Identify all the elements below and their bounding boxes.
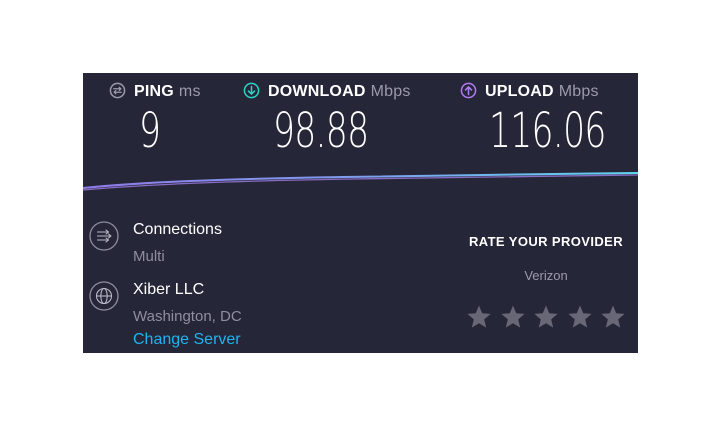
star-icon-2[interactable] bbox=[500, 304, 526, 330]
ping-value: 9 bbox=[139, 103, 161, 159]
speed-graph bbox=[83, 172, 638, 191]
star-icon-3[interactable] bbox=[533, 304, 559, 330]
server-location: Washington, DC bbox=[133, 308, 242, 325]
star-icon-4[interactable] bbox=[567, 304, 593, 330]
connections-title: Connections bbox=[133, 221, 222, 238]
ping-unit: ms bbox=[178, 83, 201, 100]
download-arrow-icon bbox=[243, 82, 260, 99]
download-unit: Mbps bbox=[370, 83, 411, 100]
provider-name: Verizon bbox=[524, 268, 568, 283]
rate-provider-title: RATE YOUR PROVIDER bbox=[468, 234, 624, 249]
download-value: 98.88 bbox=[273, 103, 369, 159]
star-icon-1[interactable] bbox=[466, 304, 492, 330]
globe-icon bbox=[89, 281, 119, 311]
upload-unit: Mbps bbox=[558, 83, 599, 100]
upload-arrow-icon bbox=[460, 82, 477, 99]
server-name: Xiber LLC bbox=[133, 281, 205, 298]
connections-icon bbox=[89, 221, 119, 251]
download-header: DOWNLOAD Mbps bbox=[243, 82, 411, 101]
ping-header: PING ms bbox=[109, 82, 201, 101]
ping-label: PING bbox=[134, 83, 174, 100]
ping-icon bbox=[109, 82, 126, 99]
star-icon-5[interactable] bbox=[600, 304, 626, 330]
upload-value: 116.06 bbox=[489, 103, 606, 159]
speedtest-result-panel: PING ms 9 DOWNLOAD Mbps 98.88 UPLOAD Mbps 1… bbox=[83, 73, 638, 353]
change-server-link[interactable]: Change Server bbox=[133, 331, 241, 349]
connections-value: Multi bbox=[133, 248, 165, 265]
rating-stars bbox=[466, 304, 626, 332]
download-graph-line bbox=[83, 172, 638, 189]
download-label: DOWNLOAD bbox=[268, 83, 366, 100]
upload-header: UPLOAD Mbps bbox=[460, 82, 599, 101]
upload-label: UPLOAD bbox=[485, 83, 554, 100]
